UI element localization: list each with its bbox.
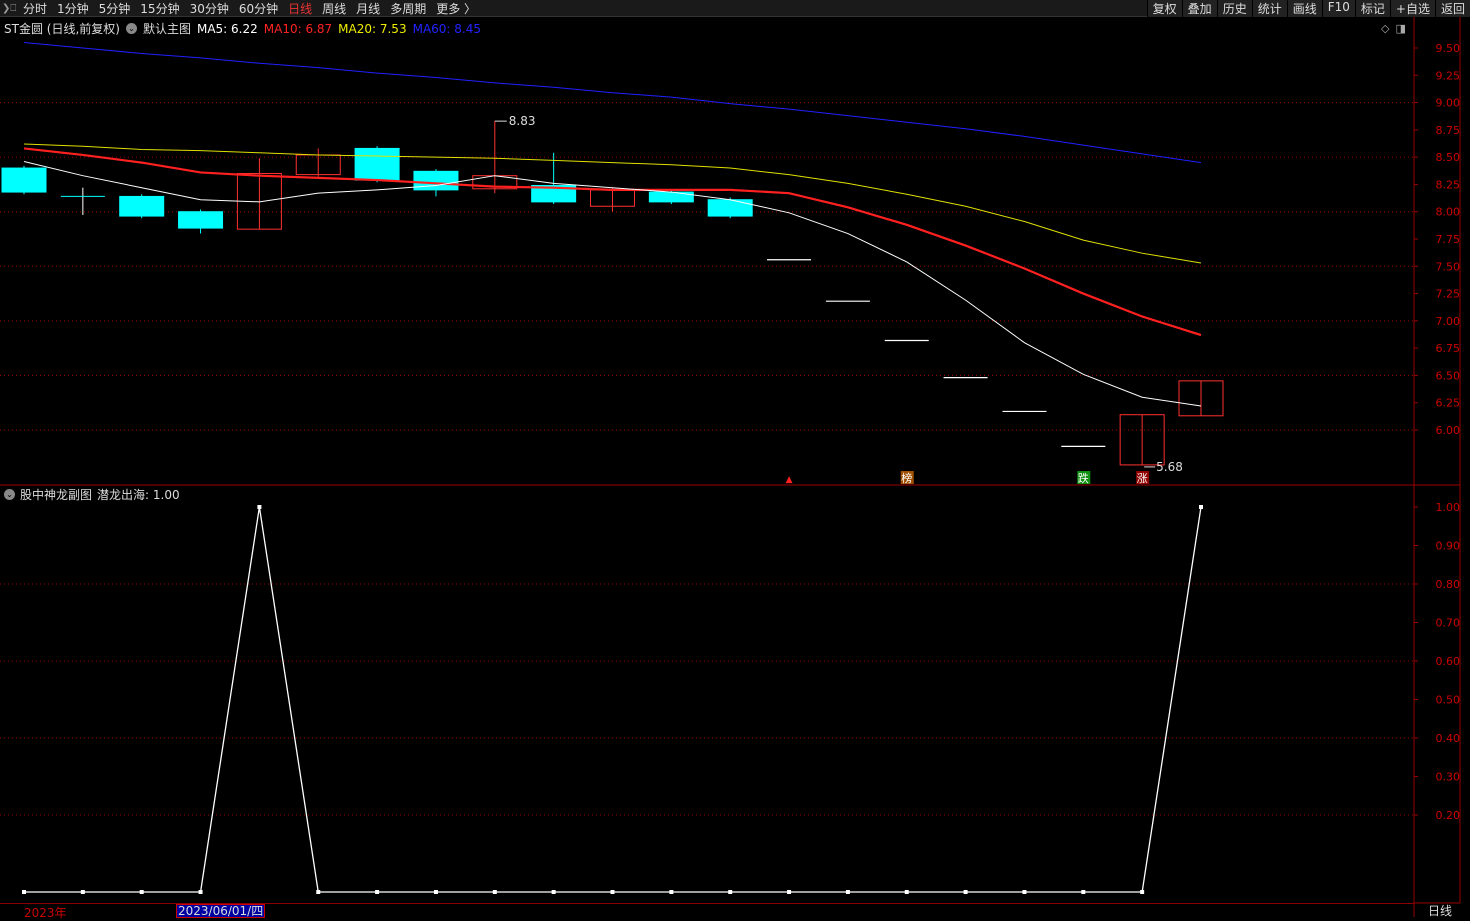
ma10-line [23,147,1202,337]
period-label: 日线 [1428,904,1453,918]
y-tick-label: 8.75 [1436,124,1461,137]
sub-point [80,890,85,894]
sub-point [845,890,850,894]
y-tick-label: 6.25 [1436,397,1461,410]
candle-body [707,199,753,217]
signal-arrow-icon: ▲ [786,475,793,485]
sub-y-tick-label: 0.80 [1436,578,1461,591]
y-tick-label: 7.00 [1436,315,1461,328]
sub-y-tick-label: 0.40 [1436,732,1461,745]
sub-point [787,890,792,894]
candle-body [119,195,165,217]
year-label: 2023年 [24,906,67,920]
sub-point [433,890,438,894]
y-tick-label: 6.00 [1436,424,1461,437]
date-axis: 2023年 2023/06/01/四 [0,903,1414,920]
sub-indicator-line [24,506,1202,893]
y-tick-label: 9.00 [1436,97,1461,110]
sub-indicator-value: 潜龙出海: 1.00 [97,488,180,502]
sub-y-tick-label: 0.50 [1436,694,1461,707]
sub-point [551,890,556,894]
y-tick-label: 7.75 [1436,233,1461,246]
candle-body [178,211,224,229]
candle-body [648,191,694,203]
sub-point [1199,505,1203,509]
sub-point [904,890,909,894]
y-tick-label: 6.75 [1436,342,1461,355]
sub-point [375,890,380,894]
sub-point [22,890,26,894]
y-tick-label: 8.25 [1436,178,1461,191]
sub-point [610,890,615,894]
sub-point [198,890,203,894]
sub-y-tick-label: 1.00 [1436,501,1461,514]
sub-point [728,890,733,894]
sub-point [963,890,968,894]
sub-point [1081,890,1086,894]
sub-point [257,505,262,509]
y-tick-label: 8.00 [1436,206,1461,219]
sub-y-tick-label: 0.70 [1436,617,1461,630]
y-tick-label: 7.25 [1436,288,1461,301]
sub-point [669,890,674,894]
marker-label: 榜 [901,471,912,485]
sub-y-tick-label: 0.30 [1436,771,1461,784]
y-tick-label: 9.50 [1436,42,1461,55]
candle-body [1,167,47,193]
high-price-label: 8.83 [509,114,536,128]
sub-point [1022,890,1027,894]
y-tick-label: 8.50 [1436,151,1461,164]
kline-chart[interactable]: 9.50 9.25 9.00 8.75 8.50 8.25 8.00 7.75 7.50 7.25… [0,0,1470,917]
candle-body [354,147,400,181]
marker-label: 跌 [1078,471,1089,485]
sub-indicator-name[interactable]: 股中神龙副图 [20,486,92,503]
y-tick-label: 7.50 [1436,260,1461,273]
sub-point [139,890,144,894]
y-tick-label: 9.25 [1436,69,1461,82]
sub-y-tick-label: 0.90 [1436,540,1461,553]
chevron-down-icon[interactable]: ⌄ [4,489,15,500]
y-tick-label: 6.50 [1436,369,1461,382]
sub-point [316,890,321,894]
sub-point [492,890,497,894]
sub-legend: ⌄ 股中神龙副图 潜龙出海: 1.00 [4,486,180,503]
sub-y-tick-label: 0.20 [1436,809,1461,822]
sub-y-tick-label: 0.60 [1436,655,1461,668]
cursor-date-label: 2023/06/01/四 [176,904,266,918]
marker-label: 涨 [1137,472,1148,485]
sub-point [1140,890,1145,894]
low-price-label: 5.68 [1156,460,1183,474]
